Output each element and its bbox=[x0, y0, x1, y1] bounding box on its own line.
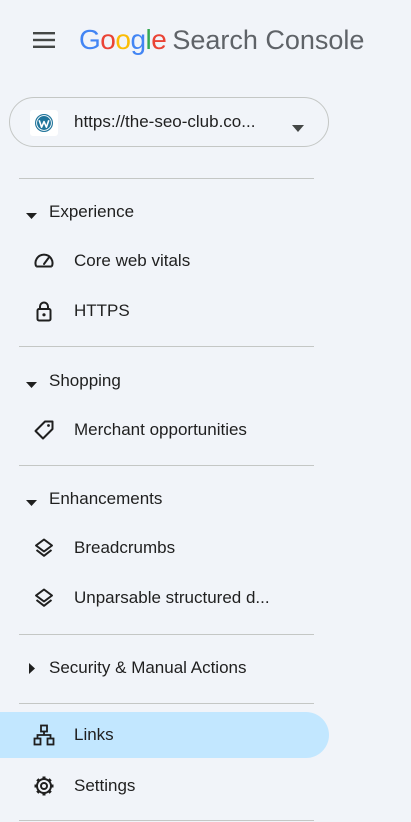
section-header-security-manual-actions[interactable]: Security & Manual Actions bbox=[0, 647, 330, 687]
google-logo-letter: g bbox=[130, 24, 146, 55]
section-title: Enhancements bbox=[49, 489, 163, 508]
google-logo-letter: e bbox=[151, 24, 167, 55]
section-title: Security & Manual Actions bbox=[49, 658, 247, 677]
tag-icon bbox=[33, 419, 55, 441]
sitemap-icon bbox=[33, 724, 55, 746]
expand-triangle-icon bbox=[26, 206, 37, 224]
nav-item-settings[interactable]: Settings bbox=[0, 763, 329, 809]
hamburger-menu-icon[interactable] bbox=[28, 26, 60, 54]
divider bbox=[19, 178, 314, 179]
section-header-enhancements[interactable]: Enhancements bbox=[0, 478, 330, 518]
expand-triangle-icon bbox=[26, 375, 37, 393]
property-selector[interactable]: https://the-seo-club.co... bbox=[9, 97, 329, 147]
divider bbox=[19, 346, 314, 347]
layers-icon bbox=[33, 587, 55, 609]
nav-item-label: Settings bbox=[74, 776, 136, 795]
divider bbox=[19, 634, 314, 635]
nav-item-label: HTTPS bbox=[74, 301, 130, 320]
nav-item-label: Breadcrumbs bbox=[74, 538, 176, 557]
google-logo-letter: o bbox=[115, 24, 131, 55]
divider bbox=[19, 703, 314, 704]
nav-item-label: Unparsable structured d... bbox=[74, 588, 270, 607]
product-name: Search Console bbox=[172, 25, 365, 55]
section-header-shopping[interactable]: Shopping bbox=[0, 360, 330, 400]
gear-icon bbox=[33, 775, 55, 797]
wordpress-icon bbox=[30, 110, 58, 136]
nav-item-merchant-opportunities[interactable]: Merchant opportunities bbox=[0, 407, 329, 453]
divider bbox=[19, 820, 314, 821]
section-title: Experience bbox=[49, 202, 135, 221]
divider bbox=[19, 465, 314, 466]
nav-item-core-web-vitals[interactable]: Core web vitals bbox=[0, 238, 329, 284]
lock-icon bbox=[33, 300, 55, 322]
nav-item-label: Core web vitals bbox=[74, 251, 191, 270]
app-header: Google Search Console bbox=[0, 0, 411, 82]
nav-item-unparsable-structured-data[interactable]: Unparsable structured d... bbox=[0, 575, 329, 621]
expand-triangle-icon bbox=[26, 493, 37, 511]
layers-icon bbox=[33, 537, 55, 559]
google-logo-letter: G bbox=[79, 24, 101, 55]
search-console-logo[interactable]: Google Search Console bbox=[79, 24, 364, 60]
section-title: Shopping bbox=[49, 371, 121, 390]
google-logo-letter: o bbox=[100, 24, 116, 55]
collapsed-triangle-icon bbox=[29, 661, 35, 679]
nav-item-label: Merchant opportunities bbox=[74, 420, 247, 439]
nav-item-label: Links bbox=[74, 725, 114, 744]
property-url: https://the-seo-club.co... bbox=[74, 112, 256, 131]
speedometer-icon bbox=[33, 250, 55, 272]
nav-item-https[interactable]: HTTPS bbox=[0, 288, 329, 334]
nav-item-breadcrumbs[interactable]: Breadcrumbs bbox=[0, 525, 329, 571]
dropdown-caret-icon bbox=[292, 119, 304, 137]
section-header-experience[interactable]: Experience bbox=[0, 191, 330, 231]
nav-item-links[interactable]: Links bbox=[0, 712, 329, 758]
